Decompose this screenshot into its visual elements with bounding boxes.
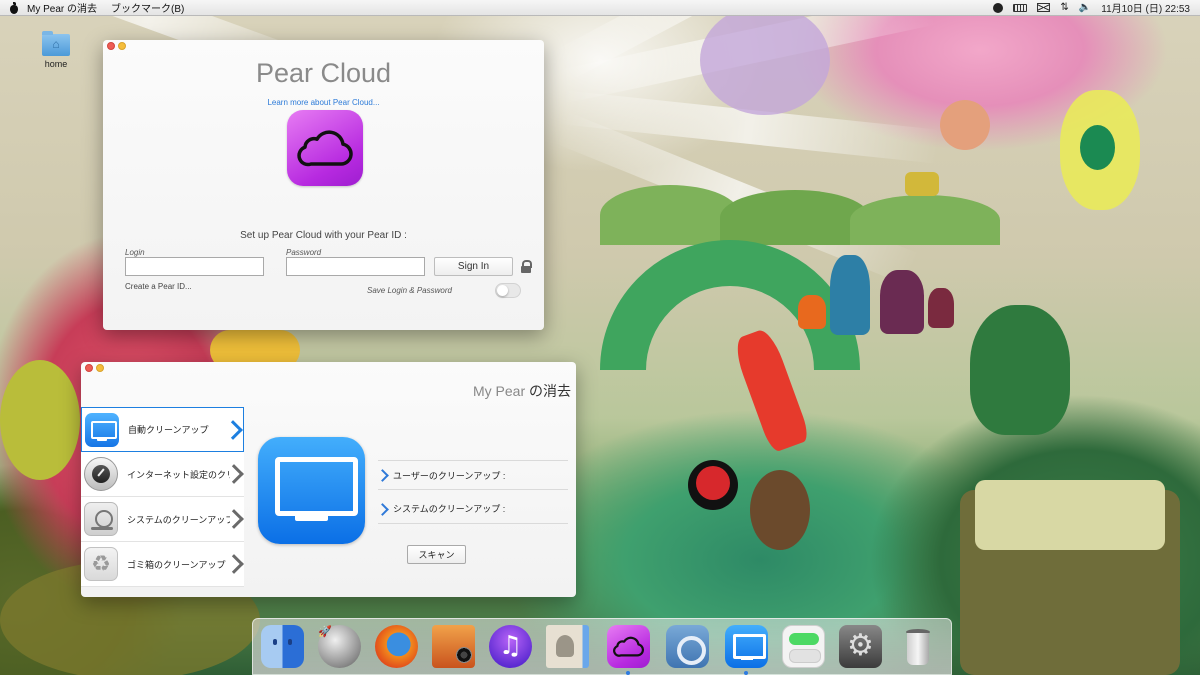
vacuum-icon: [84, 502, 118, 536]
window-titlebar: [81, 362, 576, 374]
login-label: Login: [125, 248, 145, 257]
minimize-button[interactable]: [96, 364, 104, 372]
sign-in-button[interactable]: Sign In: [434, 257, 513, 276]
option-label: システムのクリーンアップ :: [393, 504, 506, 514]
cydia-icon[interactable]: [666, 625, 709, 668]
chevron-right-icon: [380, 468, 389, 482]
window-titlebar: [103, 40, 544, 52]
my-pear-icon[interactable]: [725, 625, 768, 668]
sidebar-item-auto-cleanup[interactable]: 自動クリーンアップ: [81, 407, 244, 452]
running-indicator: [626, 671, 630, 675]
launchpad-icon[interactable]: [318, 625, 361, 668]
desktop-home-folder[interactable]: home: [36, 31, 76, 69]
settings-icon[interactable]: [782, 625, 825, 668]
monitor-icon: [85, 412, 119, 447]
option-label: ユーザーのクリーンアップ :: [393, 470, 506, 481]
sidebar-item-internet-cleanup[interactable]: インターネット設定のクリーンアップ: [81, 452, 244, 497]
mail-icon[interactable]: [1037, 3, 1051, 12]
chevron-right-icon: [227, 509, 239, 529]
my-pear-app-icon: [258, 437, 365, 544]
sidebar-item-label: ゴミ箱のクリーンアップ: [127, 559, 226, 570]
pear-cloud-window: Pear Cloud Learn more about Pear Cloud..…: [103, 40, 544, 330]
chevron-right-icon: [227, 554, 239, 574]
menu-bookmarks[interactable]: ブックマーク(B): [111, 0, 184, 15]
title-latin: My Pear: [472, 383, 526, 399]
sync-icon[interactable]: ⇅: [1060, 2, 1068, 13]
chevron-right-icon: [380, 502, 389, 516]
photo-booth-icon[interactable]: [432, 625, 475, 668]
desktop-icon-label: home: [44, 59, 68, 69]
contacts-icon[interactable]: [546, 625, 589, 668]
cleanup-sidebar: 自動クリーンアップ インターネット設定のクリーンアップ システムのクリーンアップ…: [81, 407, 244, 587]
menu-clock[interactable]: 11月10日 (日) 22:53: [1101, 0, 1190, 15]
system-preferences-icon[interactable]: [839, 625, 882, 668]
volume-icon[interactable]: 🔈: [1079, 2, 1091, 13]
setup-text: Set up Pear Cloud with your Pear ID :: [240, 230, 407, 241]
sidebar-item-label: 自動クリーンアップ: [128, 425, 209, 435]
scan-button[interactable]: スキャン: [407, 545, 466, 564]
pear-cloud-icon[interactable]: [607, 625, 650, 668]
minimize-button[interactable]: [118, 42, 126, 50]
apple-menu-icon[interactable]: [9, 1, 19, 14]
close-button[interactable]: [85, 364, 93, 372]
recycle-icon: [84, 547, 118, 581]
pear-cloud-icon: [287, 110, 363, 186]
sidebar-item-label: インターネット設定のクリーンアップ: [127, 469, 230, 480]
firefox-icon[interactable]: [375, 625, 418, 668]
finder-icon[interactable]: [261, 625, 304, 668]
sidebar-item-trash-cleanup[interactable]: ゴミ箱のクリーンアップ: [81, 542, 244, 587]
dock: [252, 618, 952, 675]
save-login-toggle[interactable]: [495, 283, 521, 298]
chevron-right-icon: [226, 420, 238, 440]
login-input[interactable]: [125, 257, 264, 276]
window-title: My Pear の消去: [473, 381, 571, 401]
sidebar-item-label: システムのクリーンアップ: [127, 514, 230, 525]
option-system-cleanup[interactable]: システムのクリーンアップ :: [378, 494, 568, 524]
menu-bar: My Pear の消去 ブックマーク(B) ⇅ 🔈 11月10日 (日) 22:…: [0, 0, 1200, 16]
lock-icon[interactable]: [521, 260, 532, 273]
keyboard-icon[interactable]: [1013, 3, 1028, 12]
window-title: Pear Cloud: [255, 58, 392, 88]
password-label: Password: [286, 248, 322, 257]
gauge-icon: [84, 457, 118, 491]
chevron-right-icon: [227, 464, 239, 484]
menu-bar-status-area: ⇅ 🔈 11月10日 (日) 22:53: [993, 0, 1200, 15]
create-pear-id-link[interactable]: Create a Pear ID...: [125, 282, 192, 291]
my-pear-cleanup-window: My Pear の消去 自動クリーンアップ インターネット設定のクリーンアップ …: [81, 362, 576, 597]
home-folder-icon: [42, 31, 70, 56]
search-icon[interactable]: [993, 2, 1004, 13]
sidebar-item-system-cleanup[interactable]: システムのクリーンアップ: [81, 497, 244, 542]
close-button[interactable]: [107, 42, 115, 50]
option-user-cleanup[interactable]: ユーザーのクリーンアップ :: [378, 460, 568, 490]
trash-icon[interactable]: [896, 625, 939, 668]
title-japanese: の消去: [529, 383, 571, 399]
itunes-icon[interactable]: [489, 625, 532, 668]
menu-app-name[interactable]: My Pear の消去: [27, 0, 97, 15]
learn-more-link[interactable]: Learn more about Pear Cloud...: [103, 98, 544, 107]
save-login-label: Save Login & Password: [367, 286, 452, 295]
password-input[interactable]: [286, 257, 425, 276]
running-indicator: [744, 671, 748, 675]
